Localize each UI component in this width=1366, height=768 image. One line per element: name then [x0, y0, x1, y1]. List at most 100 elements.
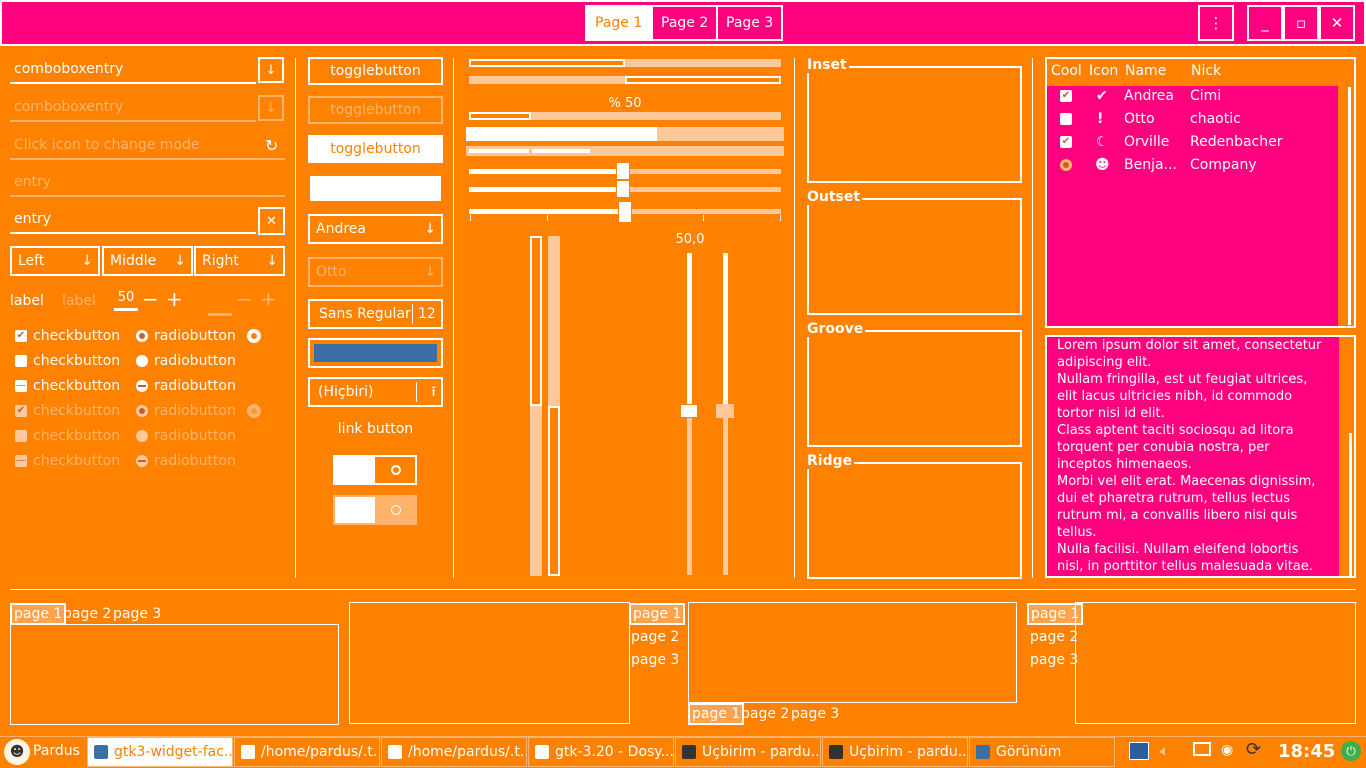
text-line: tortor nisi id elit. — [1057, 406, 1165, 421]
notebook-tab[interactable]: page 2 — [739, 705, 791, 723]
link-button[interactable]: link button — [308, 421, 443, 437]
notebook-tab[interactable]: page 3 — [111, 605, 163, 623]
radio-cell[interactable] — [1060, 159, 1072, 171]
minus-icon[interactable]: − — [142, 287, 159, 311]
maximize-icon[interactable]: ▫ — [1283, 5, 1319, 41]
checkbutton-mixed[interactable]: — checkbutton — [15, 377, 120, 395]
text-line: elit lacus ultricies nibh, id commodo — [1057, 389, 1293, 404]
comboboxentry-disabled: comboboxentry — [10, 96, 256, 122]
color-button[interactable] — [308, 338, 443, 368]
power-icon[interactable]: ⏻ — [1341, 741, 1361, 761]
togglebutton-2-disabled: togglebutton — [308, 96, 443, 124]
tab-page-3[interactable]: Page 3 — [716, 5, 784, 41]
slider-handle[interactable] — [680, 404, 698, 418]
table-row[interactable]: ! Otto chaotic — [1060, 111, 1260, 131]
comboboxentry-input[interactable]: comboboxentry — [10, 58, 256, 84]
combo-left[interactable]: Left ↓ — [10, 246, 100, 276]
table-row[interactable]: ✔ ✔ Andrea Cimi — [1060, 88, 1260, 108]
vprogress-1 — [530, 236, 542, 576]
combo-andrea[interactable]: Andrea ↓ — [308, 214, 443, 244]
notebook-tab[interactable]: page 3 — [789, 705, 841, 723]
notebook-tab[interactable]: page 1 — [10, 603, 67, 625]
table-row[interactable]: ☻ Benja... Company — [1060, 157, 1260, 177]
radio-indicator[interactable] — [247, 329, 261, 343]
checkbutton-checked-disabled: ✔ checkbutton — [15, 403, 121, 419]
text-line: nisl, in porttitor tellus malesuada vita… — [1057, 559, 1313, 574]
minus-icon: − — [236, 287, 253, 311]
scale-mark — [470, 215, 471, 221]
tab-page-2[interactable]: Page 2 — [651, 5, 719, 41]
scale-mark — [703, 215, 704, 221]
togglebutton-1[interactable]: togglebutton — [308, 57, 443, 85]
combo-middle[interactable]: Middle ↓ — [102, 246, 193, 276]
task-item[interactable]: gtk3-widget-fac... — [87, 737, 233, 767]
radio-indicator-disabled — [247, 404, 261, 418]
switch-on[interactable] — [333, 455, 417, 485]
spin-value[interactable]: 50 — [114, 290, 138, 311]
notebook-tab[interactable]: page 1 — [688, 703, 745, 725]
slider-handle[interactable] — [616, 180, 630, 198]
clock[interactable]: 18:45 — [1278, 741, 1335, 762]
tab-page-1[interactable]: Page 1 — [585, 5, 653, 41]
refresh-icon[interactable]: ↻ — [265, 136, 278, 155]
network-icon[interactable]: ◉ — [1221, 742, 1233, 758]
notebook-tab[interactable]: page 3 — [629, 651, 681, 669]
task-item[interactable]: Görünüm — [969, 737, 1115, 767]
slider-handle[interactable] — [618, 201, 632, 223]
column-header-name[interactable]: Name — [1125, 63, 1166, 79]
task-item[interactable]: Uçbirim - pardu... — [822, 737, 968, 767]
entry-placeholder[interactable]: entry — [10, 171, 285, 197]
scrollbar[interactable] — [1349, 433, 1352, 576]
notebook-tab[interactable]: page 2 — [629, 628, 681, 646]
task-item[interactable]: gtk-3.20 - Dosy... — [528, 737, 674, 767]
desktop-icon[interactable] — [1129, 742, 1149, 760]
text-view[interactable]: Lorem ipsum dolor sit amet, consectetur a… — [1045, 335, 1356, 578]
start-menu[interactable]: Pardus — [33, 743, 80, 759]
scrollbar[interactable] — [1348, 87, 1351, 325]
name-cell: Orville — [1124, 134, 1170, 150]
column-header-cool[interactable]: Cool — [1051, 63, 1082, 79]
scale-mark — [780, 215, 781, 221]
radiobutton-mixed[interactable]: radiobutton — [136, 377, 236, 395]
file-chooser-button[interactable]: (Hiçbiri) ⭱ — [308, 377, 443, 407]
notebook-tab[interactable]: page 3 — [1028, 651, 1080, 669]
slider-handle[interactable] — [616, 162, 630, 180]
arrow-down-icon[interactable]: ↓ — [258, 57, 284, 83]
kebab-menu-icon[interactable]: ⋮ — [1198, 5, 1234, 41]
frame-ridge — [807, 462, 1022, 579]
task-item[interactable]: Uçbirim - pardu... — [675, 737, 821, 767]
minimize-icon[interactable]: _ — [1247, 5, 1283, 41]
checkbox-cell[interactable] — [1060, 113, 1072, 125]
text-line: tellus. — [1057, 525, 1097, 540]
scale-value: 50,0 — [675, 232, 705, 247]
checkbox-cell[interactable]: ✔ — [1060, 136, 1072, 148]
entry-field[interactable]: entry — [10, 208, 256, 234]
task-item[interactable]: /home/pardus/.t... — [381, 737, 527, 767]
update-icon[interactable]: ⟳ — [1246, 739, 1261, 760]
font-button[interactable]: Sans Regular 12 — [308, 299, 443, 329]
text-line: adipiscing elit. — [1057, 355, 1152, 370]
column-header-icon[interactable]: Icon — [1089, 63, 1118, 79]
combo-right[interactable]: Right ↓ — [194, 246, 285, 276]
volume-icon[interactable]: 🔈︎ — [1160, 741, 1170, 761]
radiobutton-off[interactable]: radiobutton — [136, 352, 236, 370]
scale-mark — [547, 215, 548, 221]
checkbutton-unchecked[interactable]: checkbutton — [15, 352, 120, 370]
togglebutton-3-active[interactable]: togglebutton — [308, 135, 443, 163]
notebook-tab[interactable]: page 2 — [61, 605, 113, 623]
task-item[interactable]: /home/pardus/.t... — [234, 737, 380, 767]
plus-icon[interactable]: + — [166, 287, 183, 311]
checkbutton-checked[interactable]: ✔ checkbutton — [15, 327, 120, 345]
clear-icon[interactable]: ✕ — [258, 207, 285, 235]
icon-entry[interactable]: Click icon to change mode — [10, 134, 285, 160]
notebook-tab[interactable]: page 1 — [629, 603, 686, 625]
column-header-nick[interactable]: Nick — [1191, 63, 1221, 79]
display-icon[interactable] — [1193, 742, 1211, 756]
notebook-tab[interactable]: page 2 — [1028, 628, 1080, 646]
close-icon[interactable]: ✕ — [1319, 5, 1355, 41]
checkbox-cell[interactable]: ✔ — [1060, 90, 1072, 102]
checkbutton-mixed-disabled: — checkbutton — [15, 453, 121, 469]
table-row[interactable]: ✔ ☾ Orville Redenbacher — [1060, 134, 1283, 154]
radiobutton-on[interactable]: radiobutton — [136, 327, 236, 345]
pardus-logo-icon[interactable]: ☻ — [4, 739, 30, 765]
